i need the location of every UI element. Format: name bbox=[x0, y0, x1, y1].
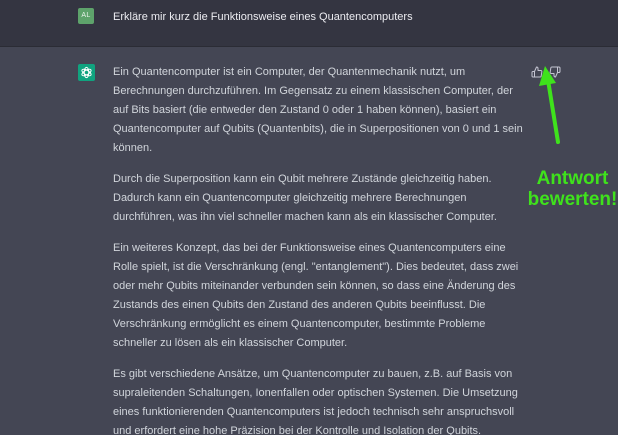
assistant-message-row: Ein Quantencomputer ist ein Computer, de… bbox=[0, 47, 618, 435]
answer-paragraph: Ein weiteres Konzept, das bei der Funkti… bbox=[113, 242, 519, 349]
annotation-arrow bbox=[539, 66, 560, 144]
answer-paragraph: Ein Quantencomputer ist ein Computer, de… bbox=[113, 66, 523, 154]
user-message-row: AL Erkläre mir kurz die Funktionsweise e… bbox=[0, 0, 618, 47]
openai-logo-icon bbox=[78, 64, 95, 81]
annotation-line: bewerten! bbox=[527, 189, 618, 210]
user-message-text: Erkläre mir kurz die Funktionsweise eine… bbox=[113, 11, 413, 23]
annotation-text: Antwort bewerten! bbox=[527, 168, 618, 210]
answer-paragraph: Durch die Superposition kann ein Qubit m… bbox=[113, 173, 497, 223]
user-avatar: AL bbox=[78, 8, 94, 24]
annotation-line: Antwort bbox=[536, 168, 609, 189]
answer-paragraph: Es gibt verschiedene Ansätze, um Quanten… bbox=[113, 368, 518, 435]
assistant-answer: Ein Quantencomputer ist ein Computer, de… bbox=[113, 63, 523, 435]
